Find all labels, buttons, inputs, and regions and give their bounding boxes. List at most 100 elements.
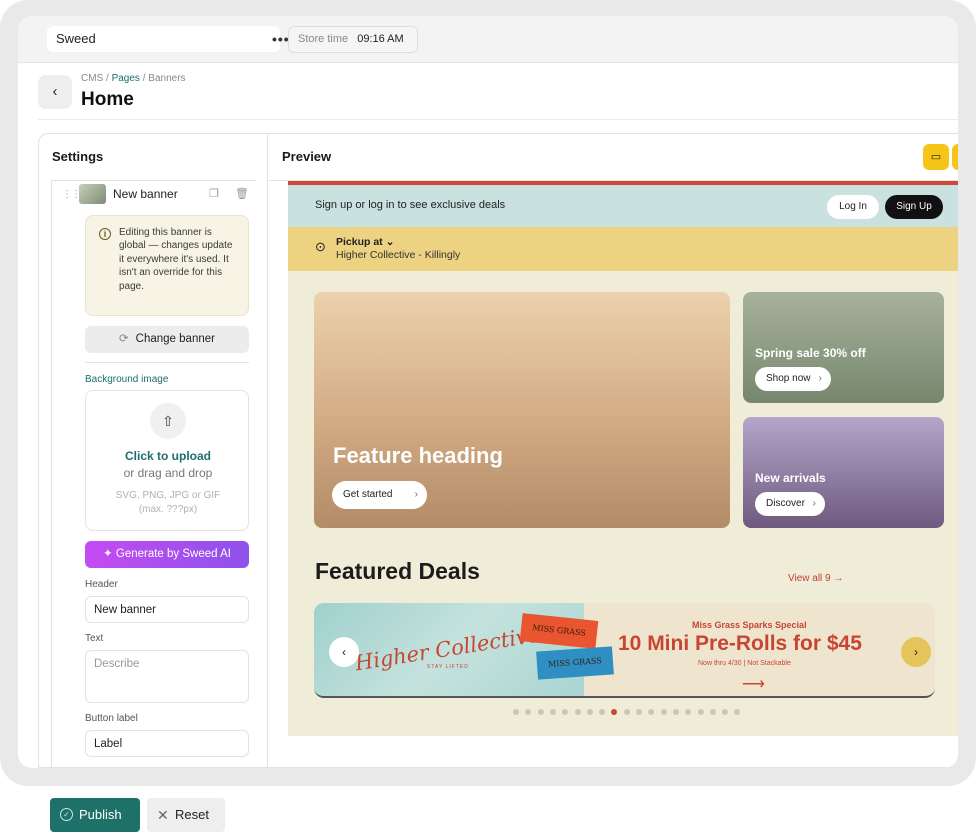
- store-name: Sweed: [56, 31, 96, 46]
- carousel-dot[interactable]: [636, 709, 642, 715]
- carousel-next-button[interactable]: ›: [901, 637, 931, 667]
- global-banner-note: i Editing this banner is global — change…: [85, 215, 249, 316]
- settings-column: Settings ⋮⋮ New banner ❐ 🗑 i Editing thi…: [39, 134, 268, 767]
- carousel-dot[interactable]: [697, 709, 704, 715]
- deal-fine-print: Now thru 4/30 | Not Stackable: [698, 660, 791, 667]
- view-all-label: View all 9: [788, 573, 831, 584]
- pickup-label-text: Pickup at: [336, 236, 383, 248]
- carousel-dot[interactable]: [672, 709, 679, 715]
- generate-ai-button[interactable]: ✦ Generate by Sweed AI: [85, 541, 249, 568]
- deals-carousel[interactable]: Higher Collective STAY LIFTED MISS GRASS…: [314, 603, 935, 698]
- header-label: Header: [85, 579, 118, 590]
- top-bar: Sweed ••• Store time 09:16 AM: [18, 16, 958, 63]
- editor-panel: Settings ⋮⋮ New banner ❐ 🗑 i Editing thi…: [38, 133, 958, 768]
- get-started-label: Get started: [343, 489, 393, 500]
- duplicate-icon[interactable]: ❐: [209, 187, 219, 200]
- promo-bar: Sign up or log in to see exclusive deals…: [288, 185, 958, 227]
- close-icon: ✕: [157, 807, 169, 823]
- note-text: Editing this banner is global — changes …: [119, 227, 233, 292]
- generate-ai-label: Generate by Sweed AI: [115, 548, 231, 560]
- carousel-dot[interactable]: [586, 709, 593, 715]
- preview-column: Preview ▭ Sign up or log in to see exclu…: [269, 134, 958, 767]
- carousel-dot[interactable]: [734, 709, 741, 715]
- reset-button[interactable]: ✕ Reset: [147, 798, 225, 832]
- carousel-dot[interactable]: [574, 709, 581, 715]
- signup-button[interactable]: Sign Up: [885, 195, 943, 219]
- spring-sale-heading: Spring sale 30% off: [755, 346, 866, 360]
- breadcrumb-pages[interactable]: Pages: [112, 73, 140, 84]
- button-label-input[interactable]: Label: [85, 730, 249, 757]
- check-circle-icon: ✓: [60, 808, 73, 821]
- login-button[interactable]: Log In: [827, 195, 879, 219]
- carousel-dot[interactable]: [562, 709, 569, 715]
- carousel-dot[interactable]: [623, 709, 630, 715]
- carousel-dot[interactable]: [722, 709, 729, 715]
- banner-name: New banner: [113, 187, 178, 201]
- carousel-dot[interactable]: [525, 709, 532, 715]
- drag-handle-icon[interactable]: ⋮⋮: [62, 189, 81, 200]
- discover-button[interactable]: Discover ›: [755, 492, 825, 516]
- new-arrivals-card[interactable]: New arrivals Discover ›: [743, 417, 944, 528]
- view-all-link[interactable]: View all 9 →: [788, 573, 843, 584]
- carousel-dot[interactable]: [611, 709, 618, 715]
- carousel-dot[interactable]: [648, 709, 655, 715]
- publish-button[interactable]: ✓ Publish: [50, 798, 140, 832]
- upload-drag-text: or drag and drop: [123, 466, 213, 480]
- breadcrumb-banners[interactable]: Banners: [148, 73, 185, 84]
- button-label-label: Button label: [85, 713, 138, 724]
- pickup-label: Pickup at ⌄: [336, 236, 394, 248]
- pickup-bar[interactable]: ⊙ Pickup at ⌄ Higher Collective - Killin…: [288, 227, 958, 271]
- carousel-prev-button[interactable]: ‹: [329, 637, 359, 667]
- store-time-value: 09:16 AM: [357, 33, 404, 45]
- deal-special: Miss Grass Sparks Special: [692, 620, 807, 630]
- shop-now-label: Shop now: [766, 373, 811, 384]
- trash-icon[interactable]: 🗑: [235, 187, 249, 200]
- deal-headline: 10 Mini Pre-Rolls for $45: [618, 632, 862, 655]
- device-toggle-next[interactable]: [952, 144, 958, 170]
- settings-scroll-area[interactable]: ⋮⋮ New banner ❐ 🗑 i Editing this banner …: [51, 180, 257, 767]
- background-image-label: Background image: [85, 374, 169, 385]
- upload-cta[interactable]: Click to upload: [86, 449, 250, 463]
- change-banner-button[interactable]: ⟳ Change banner: [85, 326, 249, 353]
- shop-now-button[interactable]: Shop now ›: [755, 367, 831, 391]
- breadcrumb-separator: /: [103, 73, 112, 84]
- preview-canvas: Sign up or log in to see exclusive deals…: [269, 180, 958, 767]
- carousel-dot[interactable]: [513, 709, 519, 715]
- spring-sale-card[interactable]: Spring sale 30% off Shop now ›: [743, 292, 944, 403]
- sparkle-icon: ✦: [103, 548, 116, 560]
- carousel-dot[interactable]: [549, 709, 556, 715]
- ticket-graphic: MISS GRASS: [536, 646, 614, 680]
- upload-dropzone[interactable]: ⇧ Click to upload or drag and drop SVG, …: [85, 390, 249, 531]
- chevron-down-icon: ⌄: [385, 236, 395, 248]
- breadcrumb-cms[interactable]: CMS: [81, 73, 103, 84]
- change-banner-label: Change banner: [135, 333, 215, 345]
- divider: [38, 119, 958, 120]
- chevron-left-icon: ‹: [342, 645, 346, 659]
- preview-title: Preview: [282, 149, 332, 164]
- publish-label: Publish: [79, 807, 122, 822]
- settings-title: Settings: [52, 149, 104, 164]
- chevron-right-icon: ›: [818, 373, 822, 384]
- carousel-dot[interactable]: [709, 709, 716, 715]
- arrow-right-icon: →: [833, 573, 844, 584]
- back-button[interactable]: ‹: [38, 75, 72, 109]
- chevron-right-icon: ›: [812, 498, 816, 509]
- carousel-dot[interactable]: [537, 709, 544, 715]
- get-started-button[interactable]: Get started ›: [332, 481, 427, 509]
- hero-banner[interactable]: Feature heading Get started ›: [314, 292, 730, 528]
- new-arrivals-heading: New arrivals: [755, 471, 826, 485]
- carousel-dot[interactable]: [685, 709, 692, 715]
- chevron-right-icon: ›: [914, 645, 918, 659]
- refresh-icon: ⟳: [119, 333, 129, 345]
- carousel-dot[interactable]: [660, 709, 667, 715]
- carousel-dot[interactable]: [599, 709, 606, 715]
- laptop-icon[interactable]: ▭: [923, 144, 949, 170]
- banner-thumbnail: [79, 184, 106, 204]
- header-input[interactable]: New banner: [85, 596, 249, 623]
- store-selector[interactable]: Sweed •••: [47, 26, 289, 52]
- app-window: Sweed ••• Store time 09:16 AM ‹ CMS / Pa…: [18, 16, 958, 768]
- text-textarea[interactable]: Describe: [85, 650, 249, 703]
- store-time: Store time 09:16 AM: [288, 26, 418, 53]
- banner-row[interactable]: ⋮⋮ New banner ❐ 🗑: [52, 181, 257, 209]
- featured-deals-title: Featured Deals: [315, 558, 480, 584]
